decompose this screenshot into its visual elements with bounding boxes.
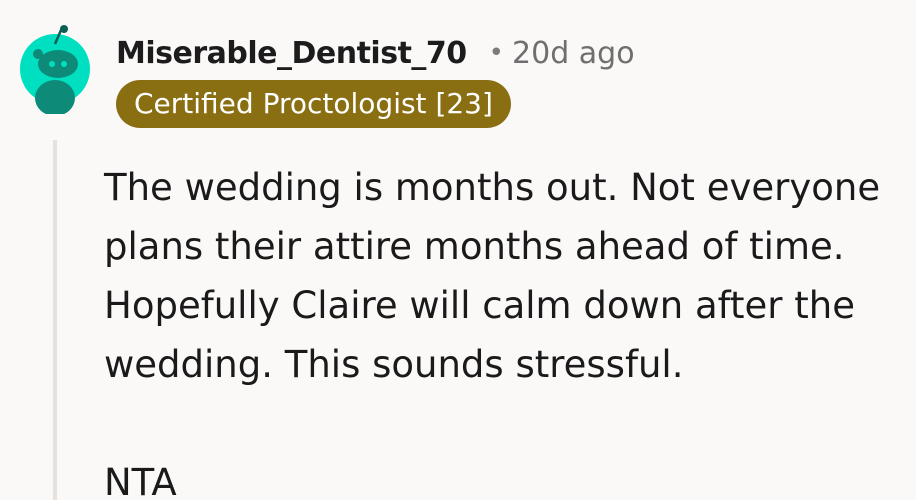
comment-paragraph: The wedding is months out. Not everyone … <box>104 166 881 386</box>
username-link[interactable]: Miserable_Dentist_70 <box>116 36 467 71</box>
user-flair: Certified Proctologist [23] <box>116 80 511 128</box>
comment-paragraph: NTA <box>104 461 177 500</box>
comment: Miserable_Dentist_70 • 20d ago Certified… <box>0 0 916 500</box>
user-avatar[interactable] <box>20 24 90 114</box>
comment-timestamp[interactable]: 20d ago <box>512 36 635 71</box>
separator-dot: • <box>488 38 505 68</box>
comment-body: The wedding is months out. Not everyone … <box>104 158 904 500</box>
thread-collapse-line[interactable] <box>53 140 57 500</box>
reddit-snoo-avatar-icon <box>20 25 90 114</box>
comment-header: Miserable_Dentist_70 • 20d ago <box>116 28 635 78</box>
